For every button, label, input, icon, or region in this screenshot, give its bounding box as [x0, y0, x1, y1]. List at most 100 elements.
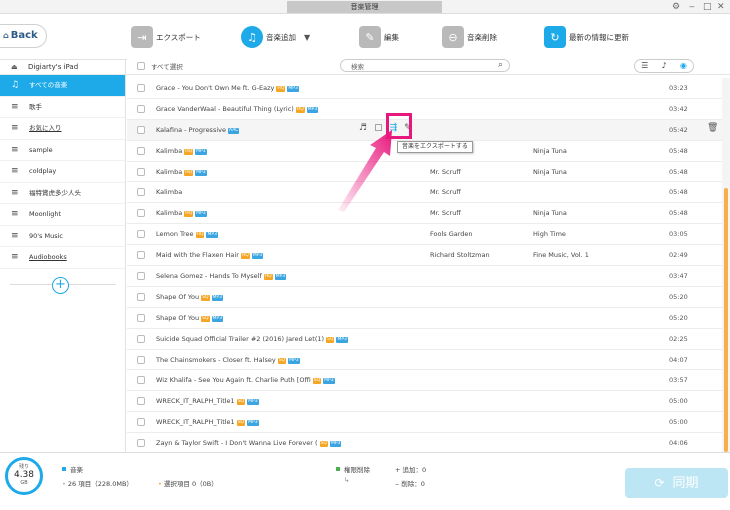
scroll-thumb[interactable] [724, 188, 728, 452]
row-checkbox[interactable] [137, 439, 145, 448]
quality-badge: SQ [201, 294, 210, 301]
track-artist: Fools Garden [430, 230, 473, 239]
quality-badge: HQ [276, 86, 286, 92]
chevron-down-icon[interactable]: ▼ [304, 33, 310, 42]
format-badge: MP3 [247, 399, 259, 406]
minimize-icon[interactable]: ‒ [689, 2, 695, 12]
sidebar-item-favorites[interactable]: ≡ お気に入り [0, 118, 125, 140]
track-title: Shape Of You SQ MP3 [156, 292, 223, 301]
track-title: Suicide Squad Official Trailer #2 (2016)… [156, 334, 348, 343]
sidebar-item-sample[interactable]: ≡ sample [0, 140, 125, 161]
sync-button[interactable]: ⟳ 同期 [625, 468, 728, 498]
row-checkbox[interactable] [137, 334, 145, 343]
table-row[interactable]: Kalimba HQ MP3 Mr. Scruff Ninja Tuna 05:48 [127, 203, 722, 225]
sidebar-item-artists[interactable]: ≡ 歌手 [0, 97, 125, 118]
track-duration: 03:47 [669, 272, 688, 281]
table-row[interactable]: Grace VanderWaal - Beautiful Thing (Lyri… [127, 99, 722, 120]
trash-icon[interactable]: 🗑 [707, 123, 718, 133]
add-playlist-button[interactable]: + [52, 277, 69, 294]
table-row[interactable]: Zayn & Taylor Swift - I Don't Wanna Live… [127, 433, 722, 452]
table-row[interactable]: Shape Of You SQ MP3 05:20 [127, 308, 722, 329]
quality-badge: HQ [184, 169, 194, 176]
maximize-icon[interactable]: □ [703, 2, 712, 12]
row-checkbox[interactable] [137, 230, 145, 239]
table-row[interactable]: Kalimba HQ MP3 Mr. Scruff Ninja Tuna 05:48 [127, 162, 722, 183]
track-title: Selena Gomez - Hands To Myself HQ MP3 [156, 272, 287, 281]
add-music-button[interactable]: ♫ 音楽追加 ▼ [241, 24, 310, 50]
device-header[interactable]: ⏏ Digiarty's iPad [0, 60, 125, 75]
album-view-icon[interactable]: ◉ [674, 60, 693, 72]
return-arrow-icon: ↳ [344, 476, 350, 484]
edit-button[interactable]: ✎ 編集 [359, 24, 399, 50]
export-label: エクスポート [156, 32, 201, 42]
playlist-icon: ≡ [11, 209, 19, 219]
row-checkbox[interactable] [137, 313, 145, 322]
storage-label: 残り [18, 464, 29, 470]
search-input[interactable]: 検索 ⌕ [340, 59, 510, 72]
close-icon[interactable]: ✕ [717, 2, 725, 12]
edit-label: 編集 [384, 32, 399, 42]
row-checkbox[interactable] [137, 146, 145, 155]
track-title: Kalimba [156, 188, 183, 197]
row-checkbox[interactable] [137, 376, 145, 385]
storage-gauge: 残り 4.38 GB [5, 457, 43, 495]
playlist-icon: ≡ [11, 187, 19, 198]
row-checkbox[interactable] [137, 418, 145, 427]
track-duration: 02:25 [669, 334, 688, 343]
back-button[interactable]: ⌂ Back [0, 24, 47, 48]
row-checkbox[interactable] [137, 397, 145, 406]
refresh-button[interactable]: ↻ 最新の情報に更新 [544, 24, 629, 50]
row-checkbox[interactable] [137, 167, 145, 176]
track-album: Ninja Tuna [533, 146, 567, 155]
table-row[interactable]: WRECK_IT_RALPH_Title1 SQ MP3 05:00 [127, 391, 722, 413]
table-row[interactable]: Suicide Squad Official Trailer #2 (2016)… [127, 329, 722, 350]
table-row[interactable]: Grace - You Don't Own Me ft. G-Eazy HQ MP3… [127, 78, 722, 99]
sidebar: ⏏ Digiarty's iPad ♫ すべての音楽 ≡ 歌手 ≡ お気に入り … [0, 60, 126, 452]
artist-view-icon[interactable]: ♪ [654, 60, 673, 72]
row-checkbox[interactable] [137, 84, 145, 92]
sidebar-item-moonlight[interactable]: ≡ Moonlight [0, 204, 125, 226]
quality-badge: SQ [326, 336, 335, 343]
sidebar-item-coldplay[interactable]: ≡ coldplay [0, 161, 125, 183]
sidebar-item-all-music[interactable]: ♫ すべての音楽 [0, 75, 125, 97]
table-row[interactable]: Lemon Tree HQ MP3 Fools Garden High Time 03:0… [127, 224, 722, 246]
row-checkbox[interactable] [137, 292, 145, 301]
track-artist: Mr. Scruff [430, 167, 461, 176]
table-row[interactable]: Maid with the Flaxen Hair HQ MP3 Richard St… [127, 245, 722, 267]
playlist-icon: ≡ [11, 230, 19, 241]
sidebar-item-90s-music[interactable]: ≡ 90's Music [0, 226, 125, 247]
table-row[interactable]: The Chainsmokers - Closer ft. Halsey SQ MP… [127, 350, 722, 371]
device-name: Digiarty's iPad [28, 63, 79, 71]
quality-badge: HQ [184, 211, 194, 218]
export-icon: ⇥ [131, 26, 153, 48]
delete-music-button[interactable]: ⊖ 音楽削除 [442, 24, 497, 50]
table-row[interactable]: Kalimba Mr. Scruff 05:48 [127, 182, 722, 204]
edit-icon: ✎ [359, 26, 381, 48]
row-checkbox[interactable] [137, 272, 145, 281]
quality-badge: HQ [184, 148, 194, 155]
row-checkbox[interactable] [137, 188, 145, 197]
row-checkbox[interactable] [137, 251, 145, 260]
sidebar-item-audiobooks[interactable]: ≡ Audiobooks [0, 247, 125, 269]
table-row[interactable]: Kalafina - Progressive AAC 05:42 ♬ ▢ ⇶ ✎ 🗑 [127, 119, 722, 141]
table-row[interactable]: Selena Gomez - Hands To Myself HQ MP3 03:47 [127, 266, 722, 287]
track-duration: 05:20 [669, 292, 688, 301]
table-row[interactable]: Shape Of You SQ MP3 05:20 [127, 287, 722, 308]
search-icon[interactable]: ⌕ [498, 60, 503, 71]
row-checkbox[interactable] [137, 104, 145, 113]
table-row[interactable]: WRECK_IT_RALPH_Title1 SQ MP3 05:00 [127, 412, 722, 434]
export-button[interactable]: ⇥ エクスポート [131, 24, 201, 50]
quality-badge: SQ [236, 420, 246, 427]
scrollbar[interactable] [722, 78, 730, 452]
list-view-icon[interactable]: ☰ [635, 60, 654, 72]
row-checkbox[interactable] [137, 125, 145, 134]
select-all-checkbox[interactable] [137, 62, 145, 70]
track-artist: Mr. Scruff [430, 209, 461, 218]
row-checkbox[interactable] [137, 209, 145, 218]
quality-badge: SQ [236, 399, 246, 406]
sidebar-item-playlist-6[interactable]: ≡ 福特賞虎多少人头 [0, 183, 125, 204]
settings-icon[interactable]: ⚙ [672, 2, 680, 12]
row-checkbox[interactable] [137, 355, 145, 364]
table-row[interactable]: Wiz Khalifa - See You Again ft. Charlie … [127, 370, 722, 392]
eject-icon[interactable]: ⏏ [11, 60, 18, 75]
